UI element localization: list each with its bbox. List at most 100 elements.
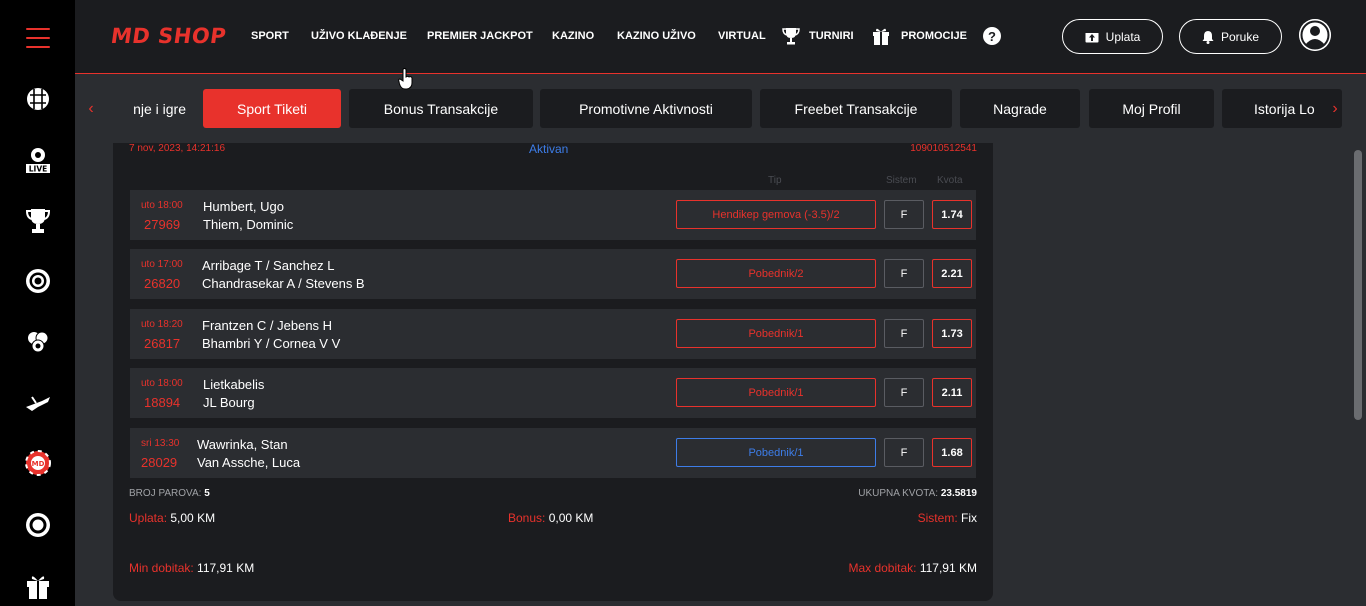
min-dobitak-value: 117,91 KM (197, 561, 255, 575)
sport-ticket-card: 7 nov, 2023, 14:21:16 Aktivan 1090105125… (113, 142, 993, 601)
live-icon[interactable]: LIVE (22, 144, 54, 176)
help-label: ? (988, 28, 996, 44)
match-row: uto 18:00 27969 Humbert, Ugo Thiem, Domi… (130, 190, 976, 240)
tab-promotivne-aktivnosti[interactable]: Promotivne Aktivnosti (540, 89, 752, 128)
max-dobitak-value: 117,91 KM (919, 561, 977, 575)
broj-parova: BROJ PAROVA: 5 (129, 488, 210, 499)
match-sistem: F (884, 378, 924, 407)
page-scrollbar[interactable] (1350, 75, 1366, 606)
match-code: 26820 (144, 276, 181, 291)
match-home-team: Frantzen C / Jebens H (202, 318, 333, 333)
nav-kazino-uzivo[interactable]: KAZINO UŽIVO (617, 30, 696, 42)
uplata-label: Uplata: (129, 511, 168, 525)
match-sistem: F (884, 259, 924, 288)
match-kvota: 1.73 (932, 319, 972, 348)
match-home-team: Wawrinka, Stan (197, 437, 288, 452)
trophy-icon[interactable] (22, 205, 54, 237)
match-row: uto 18:20 26817 Frantzen C / Jebens H Bh… (130, 309, 976, 359)
match-home-team: Humbert, Ugo (203, 199, 284, 214)
max-dobitak: Max dobitak: 117,91 KM (848, 561, 977, 575)
match-tip: Pobednik/1 (676, 438, 876, 467)
match-away-team: JL Bourg (203, 395, 255, 410)
min-dobitak-label: Min dobitak: (129, 561, 194, 575)
col-kvota-header: Kvota (937, 175, 963, 186)
md-shop-logo[interactable]: MD SHOP (109, 24, 227, 48)
nav-uzivo-kladenje[interactable]: UŽIVO KLAĐENJE (311, 30, 407, 42)
broj-parova-value: 5 (204, 488, 210, 499)
match-kvota: 1.74 (932, 200, 972, 229)
menu-icon[interactable] (26, 28, 50, 48)
tab-igre[interactable]: nje i igre (103, 89, 196, 128)
roulette-chip-icon[interactable] (22, 509, 54, 541)
svg-text:LIVE: LIVE (29, 165, 48, 174)
ukupna-kvota: UKUPNA KVOTA: 23.5819 (858, 488, 977, 499)
match-away-team: Bhambri Y / Cornea V V (202, 336, 341, 351)
account-tabs: ‹ nje i igre Sport Tiketi Bonus Transakc… (75, 75, 1350, 143)
nav-turniri[interactable]: TURNIRI (809, 30, 854, 42)
deposit-label: Uplata (1105, 29, 1141, 44)
bonus-label: Bonus: (508, 511, 546, 525)
tab-sport-tiketi[interactable]: Sport Tiketi (203, 89, 341, 128)
max-dobitak-label: Max dobitak: (848, 561, 917, 575)
match-away-team: Thiem, Dominic (203, 217, 294, 232)
bell-icon (1202, 30, 1214, 44)
ukupna-kvota-value: 23.5819 (940, 488, 977, 499)
match-away-team: Van Assche, Luca (197, 455, 301, 470)
match-sistem: F (884, 200, 924, 229)
col-sistem-header: Sistem (886, 175, 917, 186)
tabs-left-arrow-icon[interactable]: ‹ (84, 99, 98, 119)
scrollbar-thumb[interactable] (1354, 150, 1362, 420)
ticket-date: 7 nov, 2023, 14:21:16 (129, 143, 226, 154)
wallet-upload-icon (1085, 30, 1099, 43)
deposit-button[interactable]: Uplata (1062, 19, 1163, 54)
sistem: Sistem: Fix (918, 511, 977, 525)
gift-icon[interactable] (22, 570, 54, 602)
sistem-value: Fix (961, 511, 977, 525)
match-sistem: F (884, 438, 924, 467)
match-time: sri 13:30 (141, 438, 180, 449)
match-time: uto 18:00 (141, 378, 183, 389)
match-tip: Pobednik/1 (676, 378, 876, 407)
tab-moj-profil[interactable]: Moj Profil (1089, 89, 1214, 128)
messages-label: Poruke (1220, 29, 1260, 44)
nav-kazino[interactable]: KAZINO (552, 30, 594, 42)
nav-sport[interactable]: SPORT (251, 30, 289, 42)
tab-nagrade[interactable]: Nagrade (960, 89, 1080, 128)
nav-virtual[interactable]: VIRTUAL (718, 30, 766, 42)
promocije-gift-icon (873, 28, 889, 45)
tab-freebet-transakcije[interactable]: Freebet Transakcije (760, 89, 952, 128)
ticket-status: Aktivan (529, 142, 569, 156)
top-header: MD SHOP SPORT UŽIVO KLAĐENJE PREMIER JAC… (75, 0, 1366, 74)
casino-chip-icon[interactable] (22, 265, 54, 297)
ukupna-kvota-label: UKUPNA KVOTA: (858, 488, 939, 499)
nav-premier-jackpot[interactable]: PREMIER JACKPOT (427, 30, 533, 42)
match-code: 26817 (144, 336, 181, 351)
ticket-id: 109010512541 (910, 143, 977, 154)
match-row: uto 18:00 18894 Lietkabelis JL Bourg Pob… (130, 368, 976, 418)
tabs-right-arrow-icon[interactable]: › (1328, 99, 1342, 119)
tab-bonus-transakcije[interactable]: Bonus Transakcije (349, 89, 533, 128)
match-home-team: Lietkabelis (203, 377, 265, 392)
hand-cursor-icon (398, 68, 413, 90)
tab-istorija[interactable]: Istorija Lo (1222, 89, 1342, 128)
match-away-team: Chandrasekar A / Stevens B (202, 276, 365, 291)
messages-button[interactable]: Poruke (1179, 19, 1282, 54)
match-time: uto 18:20 (141, 319, 183, 330)
help-icon[interactable]: ? (983, 27, 1001, 45)
nav-promocije[interactable]: PROMOCIJE (901, 30, 967, 42)
match-sistem: F (884, 319, 924, 348)
md-chip-icon[interactable]: MD (22, 447, 54, 479)
match-kvota: 2.11 (932, 378, 972, 407)
aviator-plane-icon[interactable] (22, 387, 54, 419)
match-tip: Hendikep gemova (-3.5)/2 (676, 200, 876, 229)
live-casino-chips-icon[interactable] (22, 326, 54, 358)
sport-ball-icon[interactable] (22, 83, 54, 115)
match-row: uto 17:00 26820 Arribage T / Sanchez L C… (130, 249, 976, 299)
match-code: 28029 (141, 455, 178, 470)
user-avatar[interactable] (1299, 19, 1331, 51)
uplata-value: 5,00 KM (170, 511, 216, 525)
left-sidebar: LIVE MD (0, 0, 75, 606)
match-tip: Pobednik/2 (676, 259, 876, 288)
uplata: Uplata: 5,00 KM (129, 511, 215, 525)
match-row: sri 13:30 28029 Wawrinka, Stan Van Assch… (130, 428, 976, 478)
